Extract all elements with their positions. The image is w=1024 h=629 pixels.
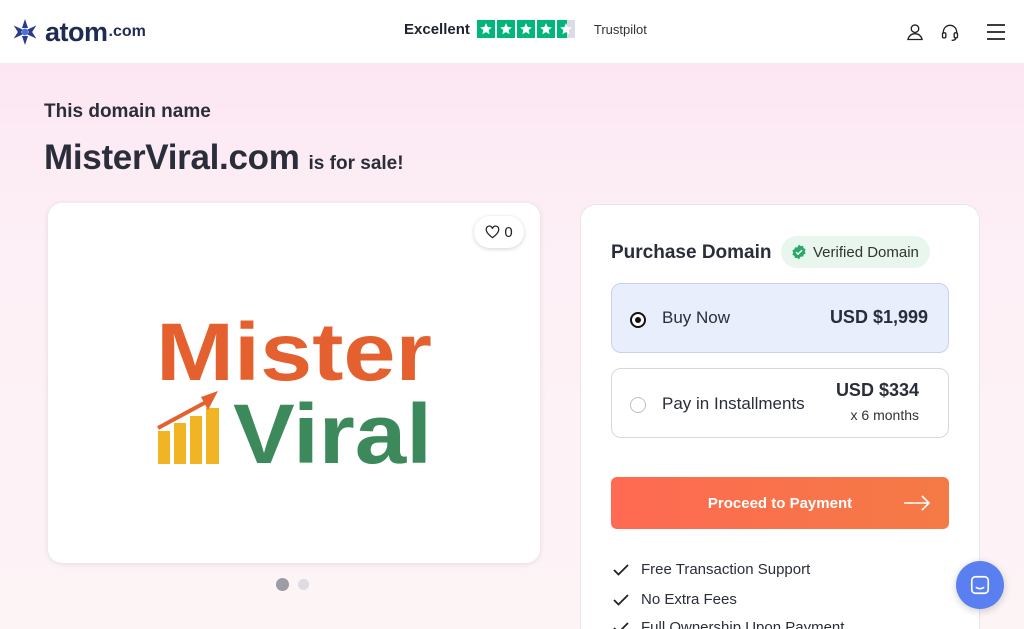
buy-now-option[interactable]: Buy Now USD $1,999 xyxy=(611,283,949,353)
buy-now-radio[interactable] xyxy=(630,312,646,328)
chat-launcher-button[interactable] xyxy=(956,561,1004,609)
user-icon[interactable] xyxy=(903,20,927,44)
subtitle: This domain name xyxy=(44,101,211,122)
domain-name: MisterViral.com xyxy=(44,138,300,177)
check-icon xyxy=(613,621,629,629)
logo-tld: .com xyxy=(108,23,146,40)
installments-option[interactable]: Pay in Installments USD $334 x 6 months xyxy=(611,368,949,438)
feature-item: Free Transaction Support xyxy=(613,561,810,578)
star-icon xyxy=(496,20,515,38)
growth-bars-icon xyxy=(157,391,219,464)
star-icon xyxy=(536,20,555,38)
panel-title: Purchase Domain xyxy=(611,242,772,263)
trustpilot-label: Trustpilot xyxy=(593,21,647,37)
installments-price: USD $334 xyxy=(835,380,919,400)
star-icon xyxy=(516,20,535,38)
headline: MisterViral.com is for sale! xyxy=(44,138,404,178)
atom-logo[interactable]: atom .com xyxy=(11,16,146,48)
feature-label: Free Transaction Support xyxy=(641,561,811,578)
installments-term: x 6 months xyxy=(850,407,919,423)
proceed-label: Proceed to Payment xyxy=(707,494,853,512)
arrow-right-icon xyxy=(904,495,931,511)
feature-label: Full Ownership Upon Payment xyxy=(641,619,845,629)
trustpilot-rating[interactable]: Excellent Trustpilot xyxy=(404,18,647,40)
buy-now-label: Buy Now xyxy=(662,308,731,327)
verified-label: Verified Domain xyxy=(813,243,919,261)
rating-label: Excellent xyxy=(404,20,470,38)
feature-item: Full Ownership Upon Payment xyxy=(613,619,844,629)
purchase-panel: Purchase Domain Verified Domain Buy Now … xyxy=(580,204,980,629)
logo-wordmark: atom xyxy=(45,17,108,47)
domain-image-card[interactable]: 0 Mister Viral xyxy=(48,203,540,563)
verified-badge: Verified Domain xyxy=(781,236,930,268)
feature-item: No Extra Fees xyxy=(613,591,737,608)
half-star-icon xyxy=(556,20,575,38)
verified-check-icon xyxy=(792,244,806,260)
proceed-to-payment-button[interactable]: Proceed to Payment xyxy=(611,477,949,529)
installments-label: Pay in Installments xyxy=(662,394,805,413)
installments-radio[interactable] xyxy=(630,397,646,413)
rating-stars xyxy=(476,20,575,38)
menu-icon[interactable] xyxy=(984,20,1008,44)
atom-logo-icon xyxy=(13,19,37,45)
carousel-dots xyxy=(276,578,309,591)
chat-icon xyxy=(970,575,990,595)
headset-icon[interactable] xyxy=(938,20,962,44)
feature-label: No Extra Fees xyxy=(641,591,737,608)
check-icon xyxy=(613,593,629,606)
carousel-dot-2[interactable] xyxy=(298,579,309,590)
buy-now-price: USD $1,999 xyxy=(829,307,928,327)
mister-viral-logo: Mister Viral xyxy=(156,307,432,481)
check-icon xyxy=(613,563,629,576)
carousel-dot-1[interactable] xyxy=(276,578,289,591)
top-navbar: atom .com Excellent Trustpilot xyxy=(0,0,1024,64)
logo-word-viral: Viral xyxy=(233,387,432,481)
logo-word-mister: Mister xyxy=(156,307,432,398)
for-sale-label: is for sale! xyxy=(308,153,404,174)
star-icon xyxy=(476,20,495,38)
